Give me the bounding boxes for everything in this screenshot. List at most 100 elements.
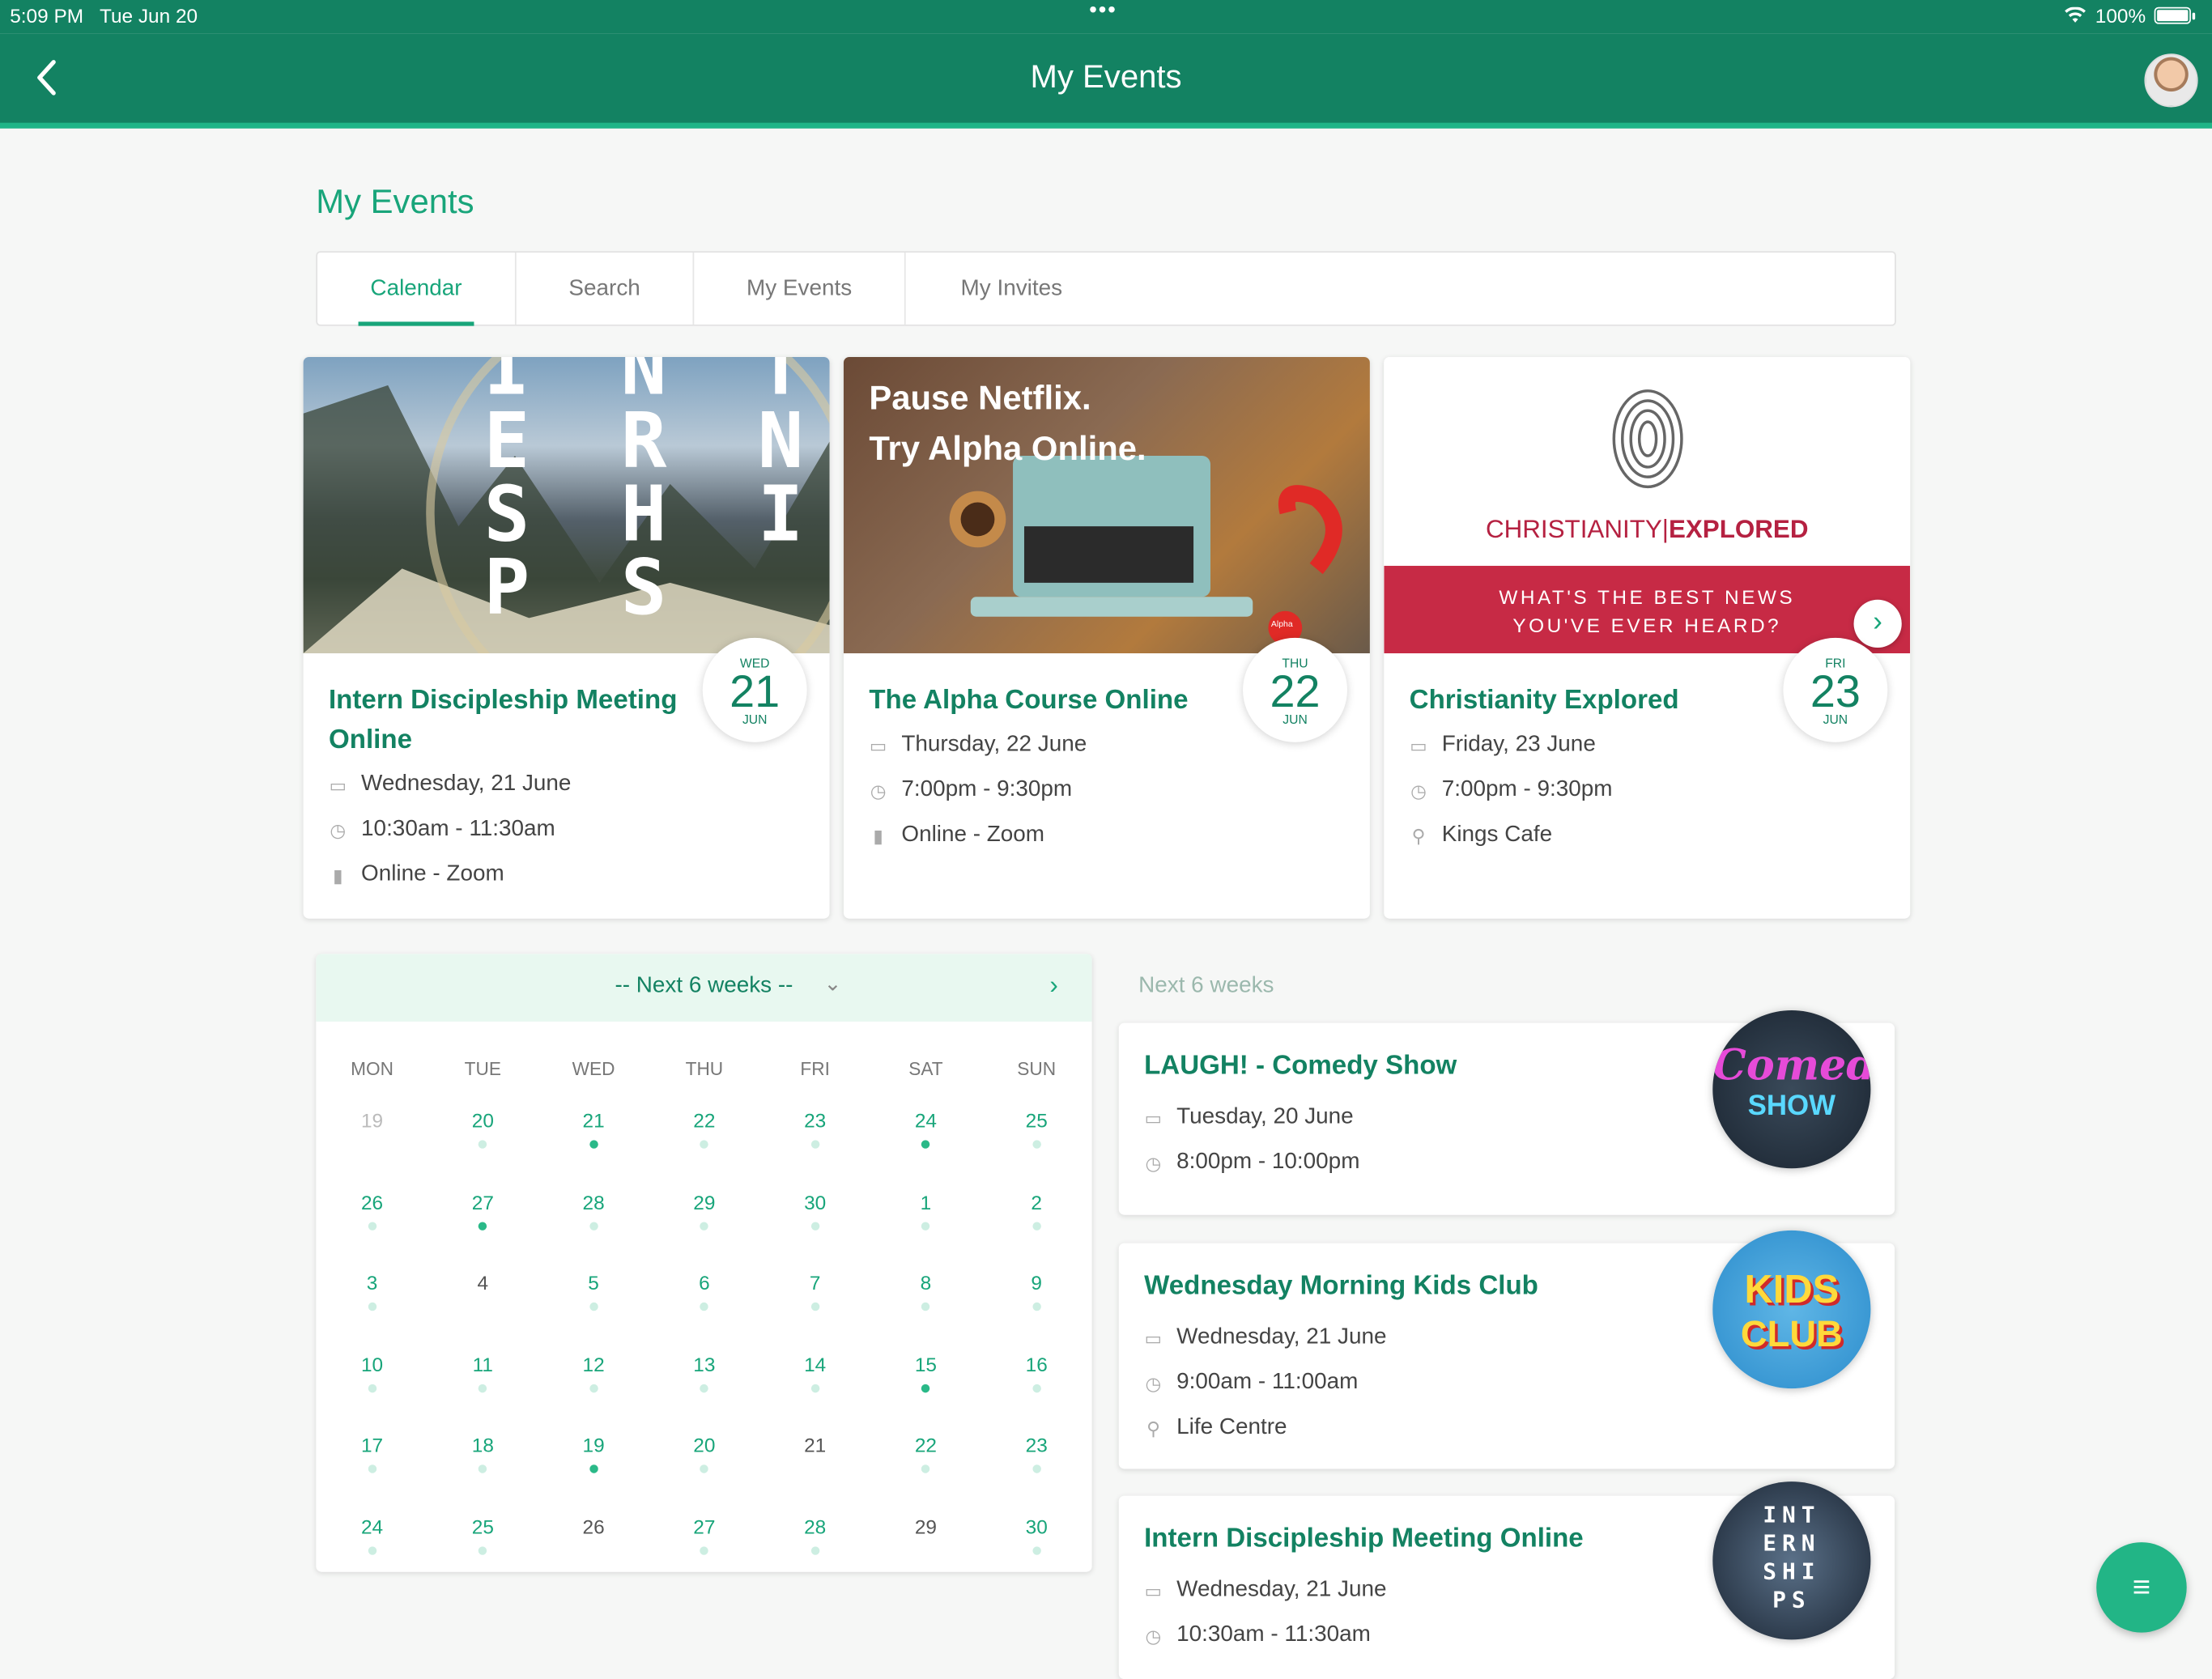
thumb-text: INT (1763, 1501, 1821, 1528)
calendar-day-cell[interactable]: 10 (317, 1327, 427, 1408)
calendar-day-cell[interactable]: 12 (539, 1327, 649, 1408)
calendar-day-cell[interactable]: 25 (982, 1084, 1091, 1165)
calendar-day-cell[interactable]: 18 (428, 1409, 538, 1490)
event-indicator-dot (589, 1302, 598, 1311)
calendar-day-cell[interactable]: 23 (982, 1409, 1091, 1490)
event-title[interactable]: The Alpha Course Online (869, 682, 1236, 721)
calendar-day-cell[interactable]: 23 (760, 1084, 870, 1165)
calendar-day-cell[interactable]: 7 (760, 1246, 870, 1327)
avatar[interactable] (2144, 53, 2198, 108)
range-selector[interactable]: -- Next 6 weeks -- (316, 974, 1091, 999)
event-place-row: ⚲ Kings Cafe (1410, 822, 1552, 848)
event-indicator-dot (479, 1221, 487, 1231)
calendar-day-cell[interactable]: 30 (760, 1165, 870, 1246)
calendar-day-cell[interactable]: 28 (760, 1490, 870, 1571)
calendar-day-cell[interactable]: 2 (982, 1165, 1091, 1246)
featured-event-card[interactable]: I N T E R N S H I P S Intern Discipleshi… (303, 356, 830, 919)
event-date: Wednesday, 21 June (1176, 1324, 1387, 1350)
event-indicator-dot (810, 1545, 819, 1554)
tab-calendar[interactable]: Calendar (317, 252, 517, 326)
badge-month: JUN (1823, 712, 1848, 727)
calendar-day-cell[interactable]: 16 (982, 1327, 1091, 1408)
event-indicator-dot (700, 1384, 709, 1392)
thumb-text: PS (1772, 1586, 1811, 1613)
weekday-label: TUE (464, 1058, 501, 1080)
event-title[interactable]: Intern Discipleship Meeting Online (329, 682, 696, 761)
thumb-text: CLUB (1740, 1311, 1843, 1355)
calendar-day-cell[interactable]: 29 (649, 1165, 759, 1246)
calendar-day-cell[interactable]: 4 (428, 1246, 538, 1327)
list-item[interactable]: LAUGH! - Comedy Show ▭ Tuesday, 20 June ◷… (1118, 1010, 1895, 1215)
video-camera-icon: ▮ (333, 864, 343, 886)
calendar-day-cell[interactable]: 22 (871, 1409, 981, 1490)
weekday-label: MON (351, 1058, 393, 1080)
calendar-icon: ▭ (1144, 1107, 1163, 1129)
ce-tagline: WHAT'S THE BEST NEWS YOU'VE EVER HEARD? (1384, 583, 1910, 640)
calendar-day-cell[interactable]: 6 (649, 1246, 759, 1327)
event-title[interactable]: Intern Discipleship Meeting Online (1144, 1524, 1584, 1554)
tab-search[interactable]: Search (517, 252, 695, 325)
tab-my-invites[interactable]: My Invites (906, 253, 1117, 325)
event-indicator-dot (810, 1464, 819, 1473)
calendar-day-cell[interactable]: 27 (428, 1165, 538, 1246)
thumb-text: Comedy (1712, 1041, 1870, 1091)
calendar-day-cell[interactable]: 19 (539, 1409, 649, 1490)
calendar-icon: ▭ (869, 734, 887, 756)
calendar-day-cell[interactable]: 13 (649, 1327, 759, 1408)
calendar-week-row: 17 18 19 20 21 22 23 (316, 1409, 1091, 1490)
calendar-day-cell[interactable]: 22 (649, 1084, 759, 1165)
featured-event-card[interactable]: Pause Netflix. Try Alpha Online. Alpha T… (843, 356, 1370, 919)
list-item[interactable]: Intern Discipleship Meeting Online ▭ Wedn… (1118, 1481, 1895, 1679)
status-clock: 5:09 PM (10, 4, 84, 28)
calendar-day-cell[interactable]: 3 (317, 1246, 427, 1327)
status-right: 100% (2064, 4, 2196, 27)
calendar-day-cell[interactable]: 29 (871, 1490, 981, 1571)
calendar-day-cell[interactable]: 27 (649, 1490, 759, 1571)
calendar-day-cell[interactable]: 30 (982, 1490, 1091, 1571)
event-title[interactable]: LAUGH! - Comedy Show (1144, 1052, 1457, 1082)
weekday-header-row: MON TUE WED THU FRI SAT SUN (316, 1022, 1091, 1084)
calendar-day-cell[interactable]: 20 (649, 1409, 759, 1490)
carousel-next-button[interactable]: › (1853, 599, 1902, 648)
event-indicator-dot (368, 1140, 376, 1148)
calendar-day-cell[interactable]: 24 (871, 1084, 981, 1165)
badge-month: JUN (742, 712, 768, 727)
chevron-down-icon[interactable]: ⌄ (824, 971, 842, 997)
calendar-day-cell[interactable]: 26 (317, 1165, 427, 1246)
list-item[interactable]: Wednesday Morning Kids Club ▭ Wednesday, … (1118, 1230, 1895, 1469)
calendar-day-cell[interactable]: 8 (871, 1246, 981, 1327)
calendar-day-number: 30 (1025, 1515, 1048, 1537)
event-indicator-dot (368, 1221, 376, 1231)
calendar-day-number: 23 (1025, 1433, 1048, 1456)
calendar-day-cell[interactable]: 9 (982, 1246, 1091, 1327)
calendar-day-cell[interactable]: 24 (317, 1490, 427, 1571)
calendar-day-cell[interactable]: 21 (760, 1409, 870, 1490)
event-date-row: ▭ Wednesday, 21 June (329, 771, 572, 797)
clock-icon: ◷ (1145, 1625, 1162, 1647)
chevron-right-icon[interactable]: › (1049, 971, 1057, 1001)
calendar-day-cell[interactable]: 1 (871, 1165, 981, 1246)
ce-logo-word: CHRISTIANITY (1485, 515, 1662, 544)
event-title[interactable]: Wednesday Morning Kids Club (1144, 1271, 1538, 1302)
calendar-day-cell[interactable]: 25 (428, 1490, 538, 1571)
menu-fab-button[interactable]: ≡ (2096, 1542, 2187, 1633)
calendar-day-cell[interactable]: 15 (871, 1327, 981, 1408)
calendar-day-cell[interactable]: 26 (539, 1490, 649, 1571)
calendar-day-cell[interactable]: 21 (539, 1084, 649, 1165)
calendar-day-cell[interactable]: 14 (760, 1327, 870, 1408)
multitask-dots-icon[interactable]: ••• (1089, 0, 1117, 24)
calendar-day-cell[interactable]: 17 (317, 1409, 427, 1490)
event-indicator-dot (368, 1302, 376, 1311)
calendar-day-cell[interactable]: 28 (539, 1165, 649, 1246)
event-indicator-dot (921, 1221, 930, 1231)
calendar-day-cell[interactable]: 20 (428, 1084, 538, 1165)
featured-event-card[interactable]: CHRISTIANITY|EXPLORED WHAT'S THE BEST NE… (1384, 356, 1911, 919)
ce-logo-word-bold: EXPLORED (1668, 515, 1809, 544)
calendar-day-cell[interactable]: 11 (428, 1327, 538, 1408)
calendar-day-cell[interactable]: 5 (539, 1246, 649, 1327)
calendar-day-number: 21 (804, 1433, 827, 1456)
event-title[interactable]: Christianity Explored (1410, 682, 1776, 721)
calendar-day-number: 24 (360, 1515, 384, 1537)
calendar-day-cell[interactable]: 19 (317, 1084, 427, 1165)
tab-my-events[interactable]: My Events (694, 252, 906, 325)
